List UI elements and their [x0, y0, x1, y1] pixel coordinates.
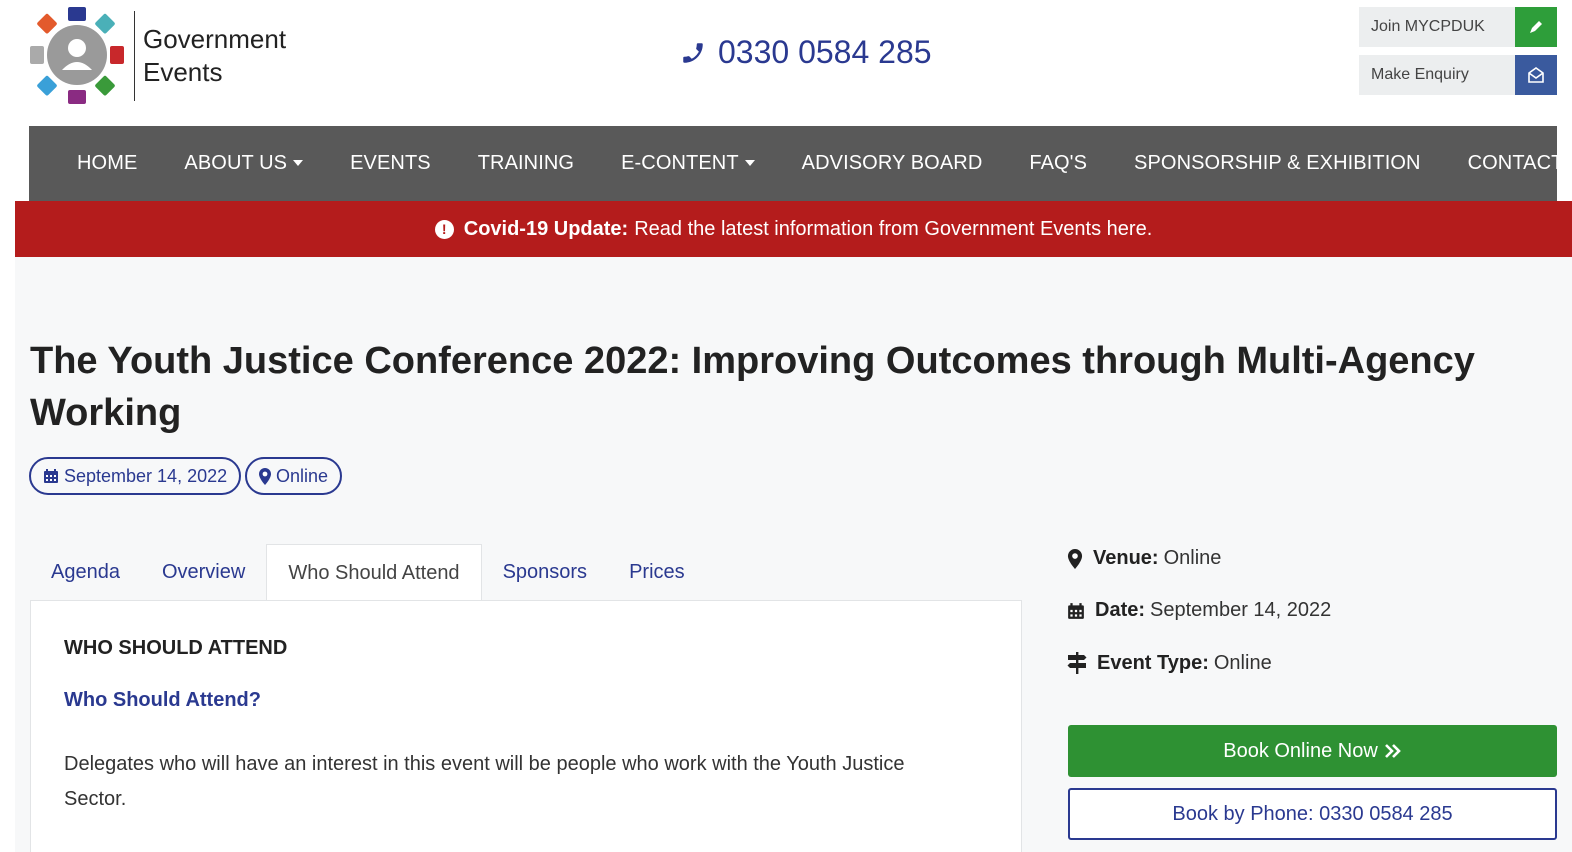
date-value: September 14, 2022: [1150, 599, 1332, 621]
tab-who-should-attend[interactable]: Who Should Attend: [266, 544, 482, 601]
event-type-label: Event Type:: [1097, 651, 1209, 674]
logo-line-2: Events: [143, 57, 223, 87]
site-header: Government Events 0330 0584 285 Join MYC…: [0, 0, 1572, 126]
book-by-phone-label: Book by Phone: 0330 0584 285: [1172, 802, 1453, 825]
event-type-info: Event Type: Online: [1067, 651, 1272, 675]
event-type-value: Online: [1213, 651, 1272, 674]
double-chevron-right-icon: [1384, 744, 1401, 758]
phone-icon: [683, 42, 703, 63]
event-location-text: Online: [276, 465, 329, 486]
book-online-label: Book Online Now: [1223, 739, 1378, 762]
tab-agenda[interactable]: Agenda: [30, 544, 141, 601]
logo-line-1: Government: [143, 24, 287, 54]
nav-item-label: EVENTS: [350, 152, 431, 174]
date-label: Date:: [1095, 599, 1146, 621]
nav-item-home[interactable]: HOME: [77, 152, 137, 175]
panel-subheading: Who Should Attend?: [64, 689, 261, 711]
header-phone-number: 0330 0584 285: [718, 34, 932, 70]
nav-item-events[interactable]: EVENTS: [350, 152, 431, 175]
covid-banner-text: Read the latest information from Governm…: [634, 217, 1153, 240]
tab-overview[interactable]: Overview: [141, 544, 266, 601]
join-mycpduk-label: Join MYCPDUK: [1371, 18, 1485, 35]
map-marker-icon: [1067, 548, 1083, 569]
nav-item-label: SPONSORSHIP & EXHIBITION: [1134, 152, 1421, 174]
venue-info: Venue: Online: [1067, 547, 1221, 570]
header-phone[interactable]: 0330 0584 285: [680, 34, 932, 71]
caret-down-icon: [293, 159, 304, 166]
exclamation-circle-icon: !: [434, 219, 454, 239]
event-date-text: September 14, 2022: [64, 465, 228, 486]
logo-icon: [28, 6, 128, 106]
covid-banner[interactable]: ! Covid-19 Update: Read the latest infor…: [15, 201, 1572, 257]
calendar-icon: [44, 469, 58, 483]
panel-body: Delegates who will have an interest in t…: [64, 753, 905, 810]
envelope-open-icon: [1515, 55, 1557, 95]
nav-item-contact-us[interactable]: CONTACT US: [1468, 152, 1572, 175]
venue-value: Online: [1163, 547, 1222, 569]
nav-item-label: CONTACT US: [1467, 152, 1572, 174]
make-enquiry-button[interactable]: Make Enquiry: [1359, 55, 1557, 95]
tab-prices[interactable]: Prices: [608, 544, 706, 601]
logo-divider: [134, 11, 135, 101]
nav-item-about-us[interactable]: ABOUT US: [184, 152, 304, 175]
nav-item-sponsorship[interactable]: SPONSORSHIP & EXHIBITION: [1134, 152, 1421, 175]
event-location-badge: Online: [245, 457, 343, 495]
site-logo[interactable]: Government Events: [28, 6, 308, 106]
nav-item-label: FAQ'S: [1029, 152, 1088, 174]
pen-icon: [1515, 7, 1557, 47]
date-info: Date: September 14, 2022: [1067, 599, 1331, 622]
covid-banner-title: Covid-19 Update:: [463, 217, 629, 240]
event-date-badge: September 14, 2022: [29, 457, 242, 495]
tab-sponsors[interactable]: Sponsors: [482, 544, 609, 601]
nav-item-label: TRAINING: [477, 152, 575, 174]
book-online-button[interactable]: Book Online Now: [1068, 725, 1557, 777]
event-title: The Youth Justice Conference 2022: Impro…: [30, 340, 1475, 434]
nav-item-training[interactable]: TRAINING: [478, 152, 574, 175]
join-mycpduk-button[interactable]: Join MYCPDUK: [1359, 7, 1557, 47]
nav-item-e-content[interactable]: E-CONTENT: [621, 152, 755, 175]
event-tabs: Agenda Overview Who Should Attend Sponso…: [30, 544, 706, 601]
tab-panel: WHO SHOULD ATTEND Who Should Attend? Del…: [30, 600, 1022, 852]
logo-text: Government Events: [143, 23, 286, 89]
make-enquiry-label: Make Enquiry: [1371, 66, 1469, 83]
venue-label: Venue:: [1093, 547, 1159, 569]
calendar-icon: [1068, 602, 1084, 619]
nav-item-faqs[interactable]: FAQ'S: [1029, 152, 1087, 175]
signpost-icon: [1067, 652, 1087, 674]
caret-down-icon: [744, 159, 755, 166]
nav-item-label: ADVISORY BOARD: [801, 152, 983, 174]
map-marker-icon: [259, 467, 271, 485]
nav-item-label: E-CONTENT: [621, 152, 739, 174]
main-nav: HOME ABOUT US EVENTS TRAINING E-CONTENT …: [29, 126, 1572, 201]
panel-heading: WHO SHOULD ATTEND: [64, 637, 288, 659]
book-by-phone-button[interactable]: Book by Phone: 0330 0584 285: [1068, 788, 1557, 840]
nav-item-label: HOME: [77, 152, 138, 174]
nav-item-label: ABOUT US: [184, 152, 288, 174]
nav-item-advisory-board[interactable]: ADVISORY BOARD: [802, 152, 983, 175]
